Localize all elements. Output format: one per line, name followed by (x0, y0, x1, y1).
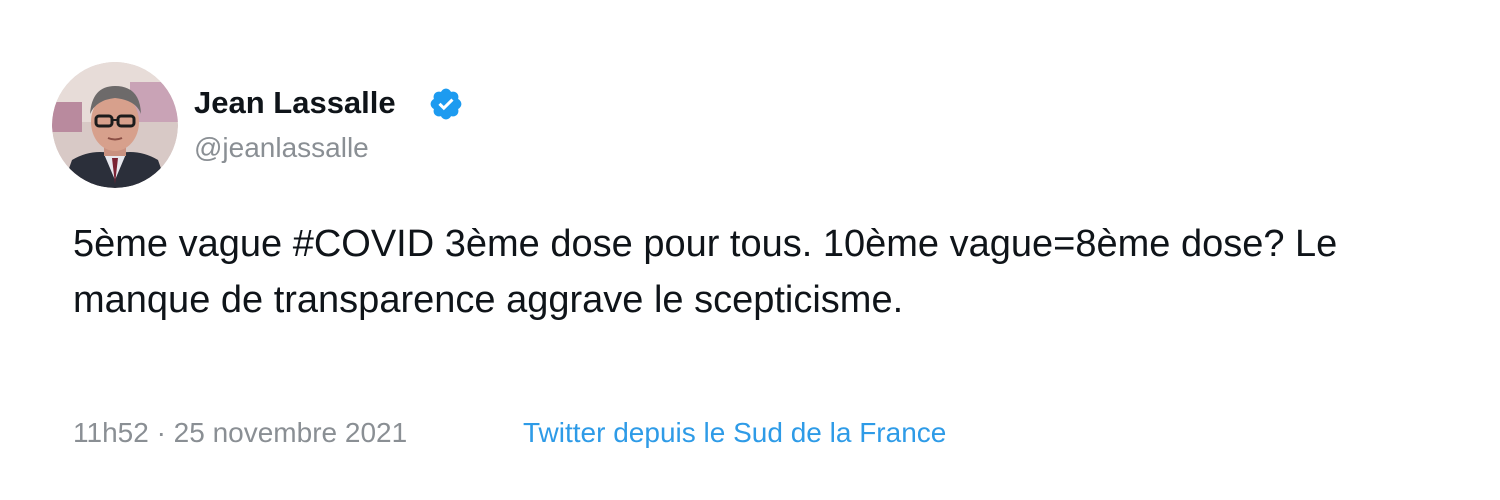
tweet-text: 5ème vague #COVID 3ème dose pour tous. 1… (73, 223, 1338, 321)
verified-badge-icon (430, 88, 462, 120)
avatar-photo-icon (52, 62, 178, 188)
tweet-source-link[interactable]: Twitter depuis le Sud de la France (523, 414, 946, 452)
tweet-timestamp[interactable]: 11h52 · 25 novembre 2021 (73, 414, 407, 452)
tweet-card: Jean Lassalle @jeanlassalle 5ème vague #… (0, 0, 1500, 500)
avatar[interactable] (52, 62, 178, 188)
user-handle[interactable]: @jeanlassalle (194, 129, 369, 167)
display-name[interactable]: Jean Lassalle (194, 82, 396, 124)
